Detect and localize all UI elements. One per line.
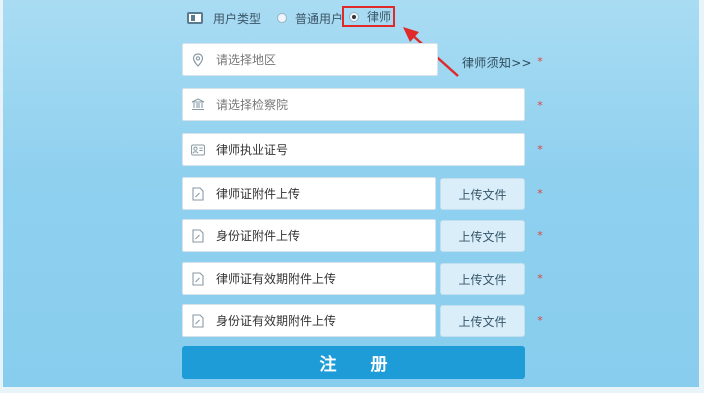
- region-placeholder: 请选择地区: [216, 53, 277, 67]
- upload-id-card-button[interactable]: 上传文件: [440, 220, 525, 252]
- upload-lawyer-cert-button[interactable]: 上传文件: [440, 178, 525, 210]
- procuratorate-select[interactable]: 请选择检察院: [182, 88, 525, 121]
- required-mark-region: *: [537, 55, 543, 68]
- upload-id-card-validity-button[interactable]: 上传文件: [440, 305, 525, 337]
- file-edit-icon: [191, 271, 205, 286]
- lawyer-notice-link[interactable]: 律师须知>>: [462, 54, 532, 71]
- procuratorate-placeholder: 请选择检察院: [216, 98, 289, 112]
- required-mark-lawyer-cert-validity: *: [537, 272, 543, 285]
- lawyer-cert-validity-upload-label: 律师证有效期附件上传: [216, 272, 337, 286]
- id-card-validity-upload-field[interactable]: 身份证有效期附件上传: [182, 304, 436, 337]
- id-card-icon: [191, 143, 205, 157]
- required-mark-lawyer-cert: *: [537, 187, 543, 200]
- upload-lawyer-cert-validity-button[interactable]: 上传文件: [440, 263, 525, 295]
- file-edit-icon: [191, 186, 205, 201]
- id-card-validity-upload-label: 身份证有效期附件上传: [216, 314, 337, 328]
- lawyer-cert-upload-field[interactable]: 律师证附件上传: [182, 177, 436, 210]
- register-button[interactable]: 注 册: [182, 346, 525, 379]
- required-mark-procuratorate: *: [537, 99, 543, 112]
- id-card-upload-field[interactable]: 身份证附件上传: [182, 219, 436, 252]
- location-pin-icon: [191, 52, 205, 67]
- court-building-icon: [191, 98, 205, 112]
- file-edit-icon: [191, 313, 205, 328]
- license-number-label: 律师执业证号: [216, 143, 289, 157]
- required-mark-id-card: *: [537, 229, 543, 242]
- license-number-input[interactable]: 律师执业证号: [182, 133, 525, 166]
- lawyer-cert-validity-upload-field[interactable]: 律师证有效期附件上传: [182, 262, 436, 295]
- region-select[interactable]: 请选择地区: [182, 43, 438, 76]
- file-edit-icon: [191, 228, 205, 243]
- required-mark-license: *: [537, 143, 543, 156]
- required-mark-id-card-validity: *: [537, 314, 543, 327]
- id-card-upload-label: 身份证附件上传: [216, 229, 301, 243]
- lawyer-cert-upload-label: 律师证附件上传: [216, 187, 301, 201]
